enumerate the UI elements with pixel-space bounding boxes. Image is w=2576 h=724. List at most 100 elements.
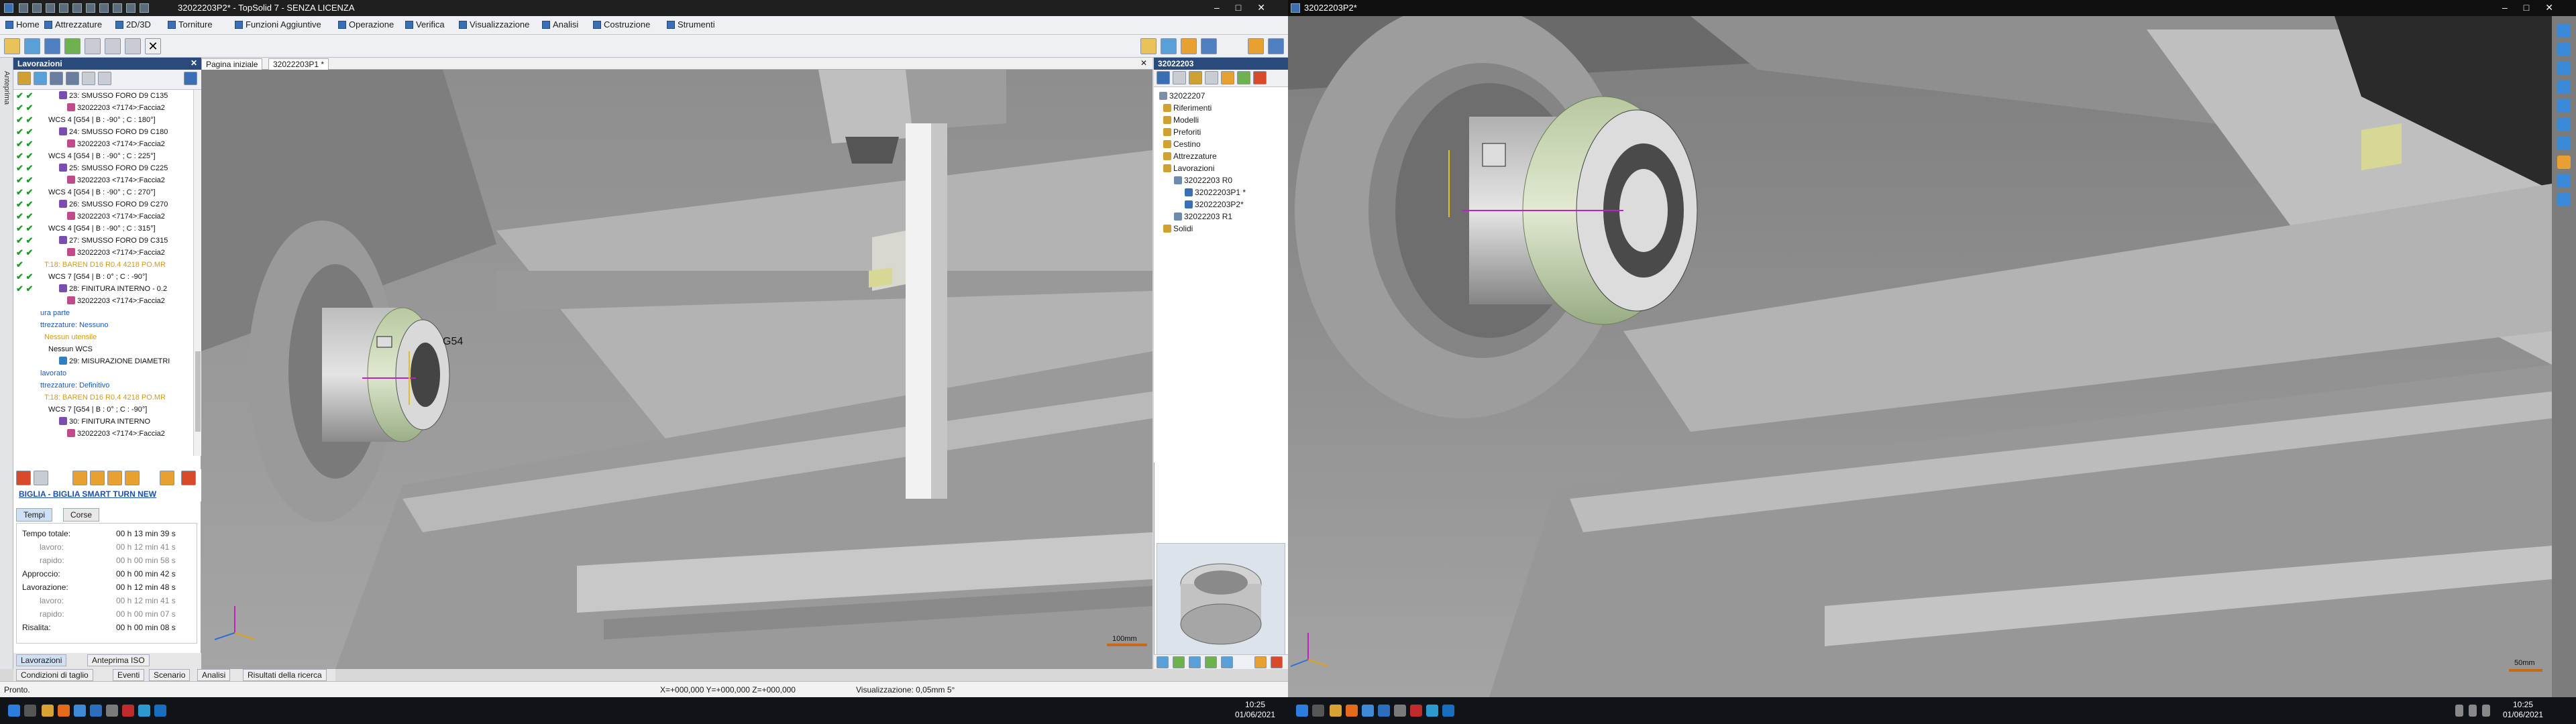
refresh-icon[interactable]	[1237, 71, 1250, 84]
camera-icon[interactable]	[2557, 193, 2571, 206]
project-tree-row[interactable]: Modelli	[1163, 114, 1199, 126]
tree-row[interactable]: 29: MISURAZIONE DIAMETRI	[13, 355, 193, 367]
tree-row[interactable]: ✔ ✔ WCS 4 [G54 | B : -90° ; C : 270°]	[13, 186, 193, 198]
tree-row[interactable]: ✔ ✔ 32022203 <7174>:Faccia2	[13, 210, 193, 223]
task-view-icon[interactable]	[1312, 705, 1324, 717]
3d-viewport[interactable]: G54 100mm	[201, 70, 1152, 669]
cut-icon[interactable]	[59, 3, 68, 13]
machine-icon[interactable]	[16, 471, 31, 485]
view-icon[interactable]	[125, 38, 141, 54]
shade-icon[interactable]	[2557, 118, 2571, 131]
project-icon[interactable]	[1157, 71, 1170, 84]
home-icon[interactable]	[34, 471, 48, 485]
undo-icon[interactable]	[99, 3, 109, 13]
prev-icon[interactable]	[1157, 656, 1169, 668]
layers-icon[interactable]	[2557, 174, 2571, 188]
project-tree-row[interactable]: Solidi	[1163, 223, 1193, 235]
menu-8[interactable]: Analisi	[542, 19, 578, 32]
tree-row[interactable]: 30: FINITURA INTERNO	[13, 416, 193, 428]
paste-icon[interactable]	[86, 3, 95, 13]
teams-icon[interactable]	[90, 705, 102, 717]
tree-row[interactable]: ✔ ✔ 32022203 <7174>:Faccia2	[13, 174, 193, 186]
tree-row[interactable]: 32022203 <7174>:Faccia2	[13, 295, 193, 307]
tool-icon[interactable]	[1140, 38, 1157, 54]
tree-row[interactable]: ✔ ✔ 26: SMUSSO FORO D9 C270	[13, 198, 193, 210]
menu-4[interactable]: Funzioni Aggiuntive	[235, 19, 321, 32]
project-tree-row[interactable]: 32022207	[1159, 90, 1205, 102]
bottom-tab[interactable]: Analisi	[197, 669, 231, 681]
menu-2[interactable]: 2D/3D	[115, 19, 151, 32]
app-icon[interactable]	[1394, 705, 1406, 717]
next-icon[interactable]	[1173, 656, 1185, 668]
edge-icon[interactable]	[1426, 705, 1438, 717]
tray-icon[interactable]	[2455, 705, 2463, 717]
simulate-icon[interactable]	[184, 72, 197, 85]
tree-row[interactable]: WCS 7 [G54 | B : 0° ; C : -90°]	[13, 404, 193, 416]
project-tree-row[interactable]: Cestino	[1163, 138, 1201, 150]
project-tree-row[interactable]: 32022203P2*	[1185, 198, 1244, 210]
window-icon[interactable]	[1268, 38, 1284, 54]
star-icon[interactable]	[1221, 71, 1234, 84]
tab-close-icon[interactable]: ✕	[1140, 58, 1147, 68]
print-icon[interactable]	[46, 3, 55, 13]
stop-icon[interactable]	[125, 471, 140, 485]
folder-icon[interactable]	[4, 38, 20, 54]
tree-row[interactable]: lavorato	[13, 367, 193, 379]
check-icon[interactable]	[64, 38, 80, 54]
help-icon[interactable]	[1248, 38, 1264, 54]
add-icon[interactable]	[34, 72, 47, 85]
tree-row[interactable]: Nessun WCS	[13, 343, 193, 355]
tree-row[interactable]: ttrezzature: Nessuno	[13, 319, 193, 331]
folder-icon[interactable]	[17, 72, 31, 85]
project-tree-row[interactable]: Riferimenti	[1163, 102, 1212, 114]
expand-icon[interactable]	[98, 72, 111, 85]
topsolid-icon[interactable]	[74, 705, 86, 717]
record-app-icon[interactable]	[122, 705, 134, 717]
outlook-icon[interactable]	[154, 705, 166, 717]
record-app-icon[interactable]	[1410, 705, 1422, 717]
redo-icon[interactable]	[113, 3, 122, 13]
tab-document-p1[interactable]: 32022203P1 *	[268, 58, 329, 70]
tree-row[interactable]: ✔ ✔ 32022203 <7174>:Faccia2	[13, 247, 193, 259]
move-up-icon[interactable]	[50, 72, 63, 85]
save-icon[interactable]	[32, 3, 42, 13]
settings-icon[interactable]	[1254, 656, 1267, 668]
zoom-icon[interactable]	[1189, 656, 1201, 668]
tree-scrollbar[interactable]	[193, 90, 201, 456]
fit-icon[interactable]	[2557, 80, 2571, 94]
tree-row[interactable]: ✔ ✔ 32022203 <7174>:Faccia2	[13, 102, 193, 114]
sort-icon[interactable]	[1205, 71, 1218, 84]
new-icon[interactable]	[19, 3, 28, 13]
explorer-icon[interactable]	[42, 705, 54, 717]
tree-row[interactable]: ✔ ✔ WCS 4 [G54 | B : -90° ; C : 315°]	[13, 223, 193, 235]
project-tree-row[interactable]: Preforiti	[1163, 126, 1201, 138]
firefox-icon[interactable]	[1346, 705, 1358, 717]
menu-9[interactable]: Costruzione	[593, 19, 650, 32]
fit-icon[interactable]	[1205, 656, 1217, 668]
tree-row[interactable]: ttrezzature: Definitivo	[13, 379, 193, 391]
tree-row[interactable]: ✔ ✔ 28: FINITURA INTERNO - 0.2	[13, 283, 193, 295]
zoom-icon[interactable]	[2557, 62, 2571, 75]
step-icon[interactable]	[107, 471, 122, 485]
panel-tab[interactable]: Anteprima ISO	[87, 654, 150, 666]
project-tree-row[interactable]: 32022203P1 *	[1185, 186, 1246, 198]
tab-corse[interactable]: Corse	[63, 508, 100, 522]
start-icon[interactable]	[8, 705, 20, 717]
window-controls[interactable]: –□✕	[1214, 2, 1281, 13]
tree-row[interactable]: 32022203 <7174>:Faccia2	[13, 428, 193, 440]
outlook-icon[interactable]	[1442, 705, 1454, 717]
back-icon[interactable]	[126, 3, 136, 13]
pause-icon[interactable]	[90, 471, 105, 485]
start-icon[interactable]	[1296, 705, 1308, 717]
layer-icon[interactable]	[105, 38, 121, 54]
tree-row[interactable]: ✔ ✔ 24: SMUSSO FORO D9 C180	[13, 126, 193, 138]
bottom-tab[interactable]: Eventi	[113, 669, 145, 681]
tree-row[interactable]: ✔ T:18: BAREN D16 R0.4 4218 PO.MR	[13, 259, 193, 271]
app-icon[interactable]	[106, 705, 118, 717]
part-icon[interactable]	[24, 38, 40, 54]
project-tree-row[interactable]: Attrezzature	[1163, 150, 1217, 162]
task-view-icon[interactable]	[24, 705, 36, 717]
window-controls[interactable]: –□✕	[2502, 2, 2569, 13]
tree-row[interactable]: ✔ ✔ 25: SMUSSO FORO D9 C225	[13, 162, 193, 174]
tree-row[interactable]: T:18: BAREN D16 R0.4 4218 PO.MR	[13, 391, 193, 404]
